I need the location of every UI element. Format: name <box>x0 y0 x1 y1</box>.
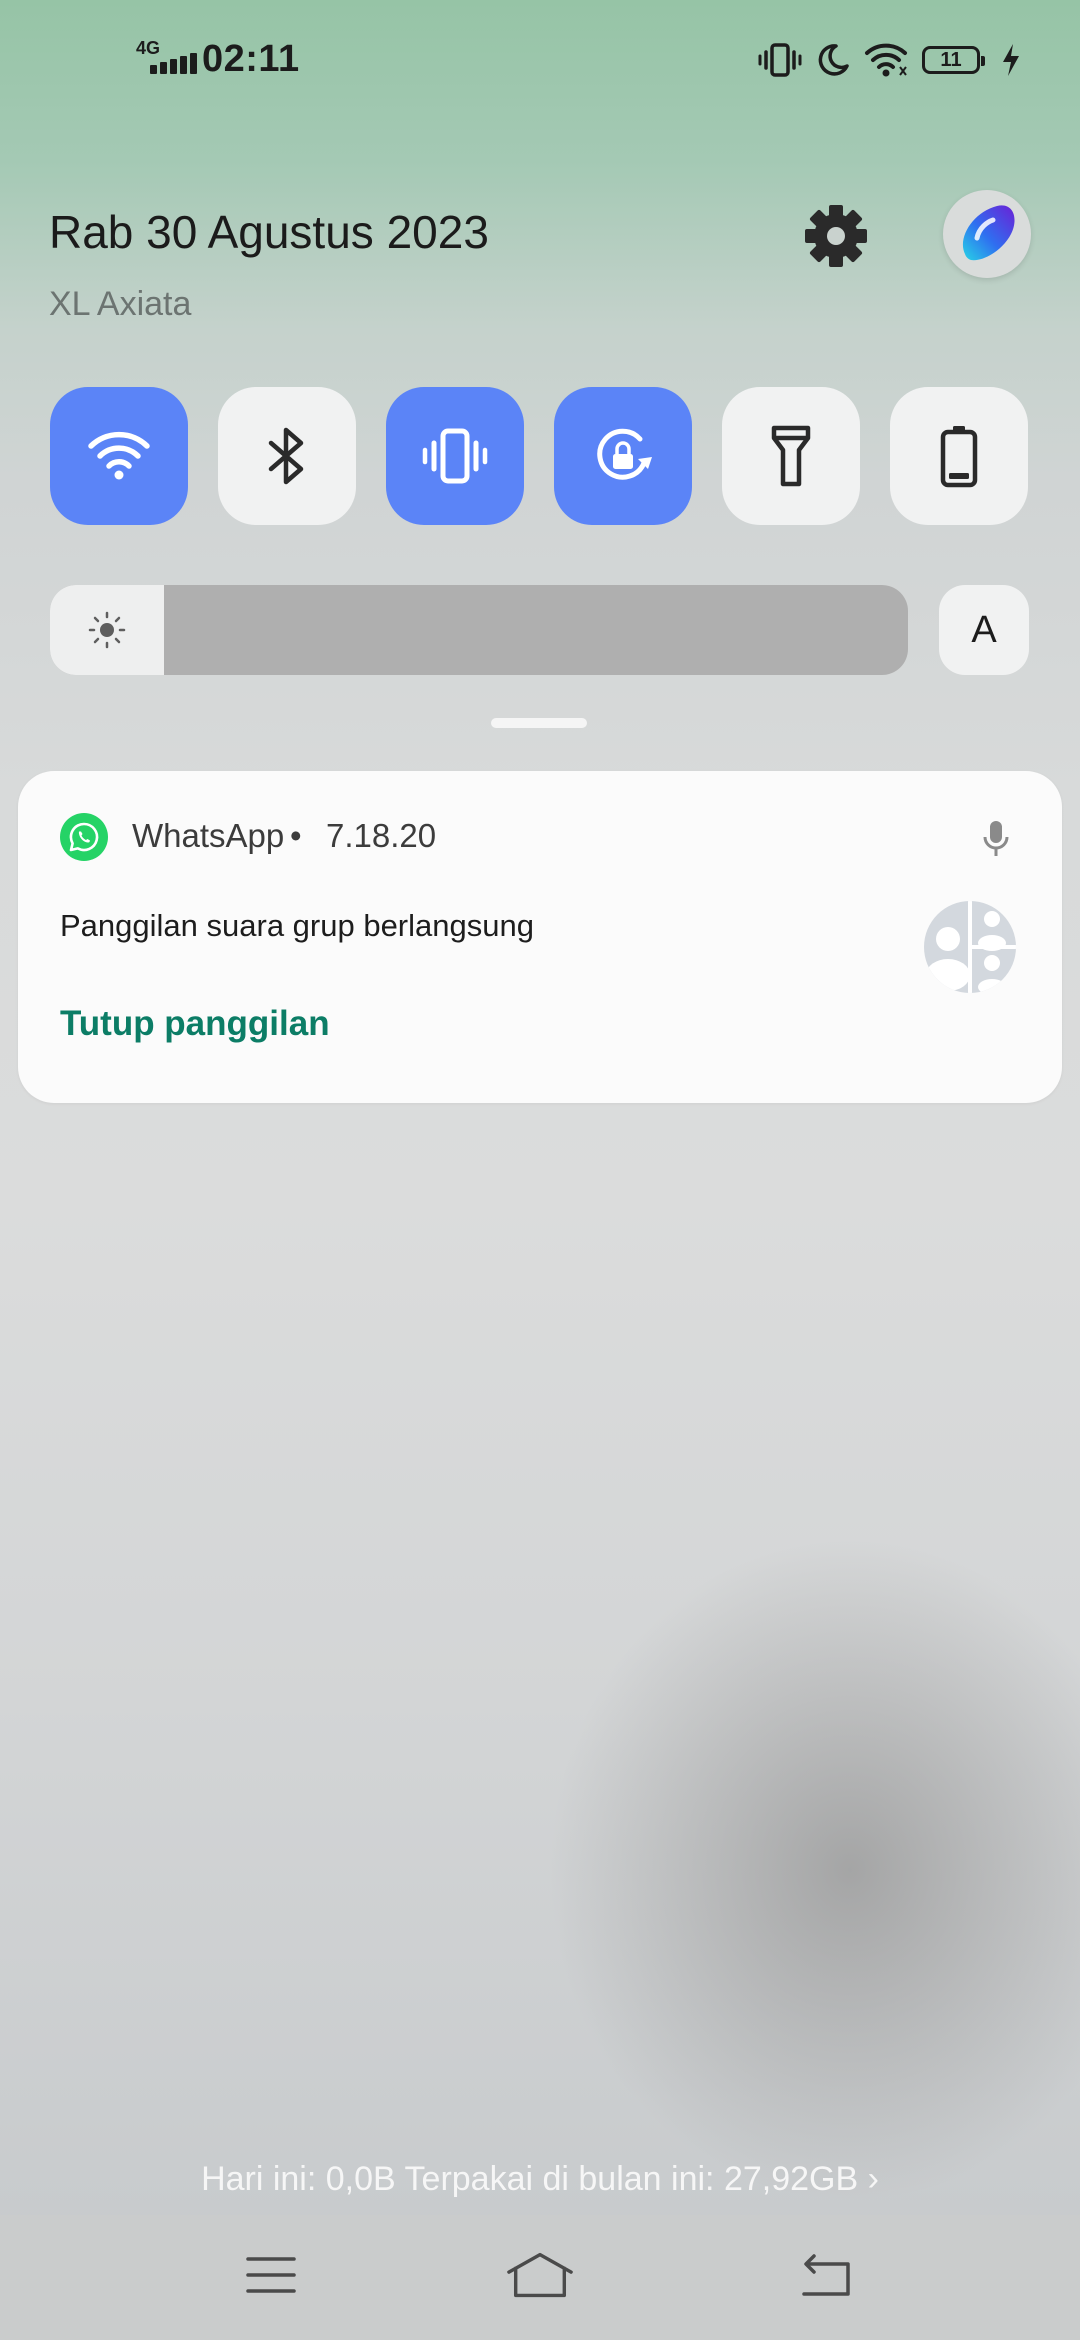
panel-drag-handle[interactable] <box>491 718 587 728</box>
settings-button[interactable] <box>800 200 872 272</box>
back-icon <box>802 2254 850 2296</box>
quick-settings-tiles <box>50 387 1030 525</box>
tile-flashlight[interactable] <box>722 387 860 525</box>
end-call-button[interactable]: Tutup panggilan <box>60 1004 330 1044</box>
group-avatar-icon <box>924 901 1016 993</box>
notification-time: 7.18.20 <box>326 817 437 854</box>
menu-icon <box>246 2257 296 2293</box>
vibrate-icon <box>758 43 802 77</box>
tile-rotation-lock[interactable] <box>554 387 692 525</box>
auto-brightness-button[interactable]: A <box>939 585 1029 675</box>
whatsapp-icon <box>60 813 108 861</box>
status-icons: 11 <box>758 36 1022 84</box>
wifi-icon <box>88 431 150 480</box>
gear-icon <box>805 205 867 267</box>
wifi-icon <box>865 43 907 77</box>
notification-card[interactable]: WhatsApp • 7.18.20 Panggilan suara grup … <box>18 771 1062 1103</box>
recent-apps-button[interactable] <box>236 2245 306 2305</box>
tile-battery-saver[interactable] <box>890 387 1028 525</box>
navigation-bar <box>0 2215 1080 2340</box>
back-button[interactable] <box>789 2245 859 2305</box>
signal-icon <box>150 50 197 74</box>
date-label: Rab 30 Agustus 2023 <box>49 206 489 258</box>
sun-icon <box>88 611 126 649</box>
microphone-icon <box>983 821 1009 856</box>
carrier-label: XL Axiata <box>49 285 192 323</box>
notification-text: Panggilan suara grup berlangsung <box>60 908 534 943</box>
battery-saver-icon <box>940 426 978 488</box>
rotation-lock-icon <box>597 428 652 480</box>
data-usage-link[interactable]: Hari ini: 0,0B Terpakai di bulan ini: 27… <box>0 2160 1080 2199</box>
tile-vibrate[interactable] <box>386 387 524 525</box>
charging-icon <box>1003 44 1019 76</box>
moon-icon <box>818 44 849 76</box>
vibrate-icon <box>422 428 488 484</box>
status-bar: 4G 02:11 11 <box>0 0 1080 120</box>
home-icon <box>507 2252 573 2298</box>
bluetooth-icon <box>268 427 304 485</box>
brightness-fill <box>50 585 164 675</box>
tile-wifi[interactable] <box>50 387 188 525</box>
battery-level: 11 <box>940 48 962 71</box>
account-icon <box>962 205 1015 261</box>
separator-dot: • <box>290 817 302 854</box>
status-time: 02:11 <box>202 38 300 80</box>
user-avatar[interactable] <box>943 190 1031 278</box>
battery-icon: 11 <box>922 46 985 74</box>
notification-app-name: WhatsApp <box>132 817 285 854</box>
tile-bluetooth[interactable] <box>218 387 356 525</box>
flashlight-icon <box>771 425 811 487</box>
brightness-slider[interactable] <box>50 585 908 675</box>
home-button[interactable] <box>505 2245 575 2305</box>
